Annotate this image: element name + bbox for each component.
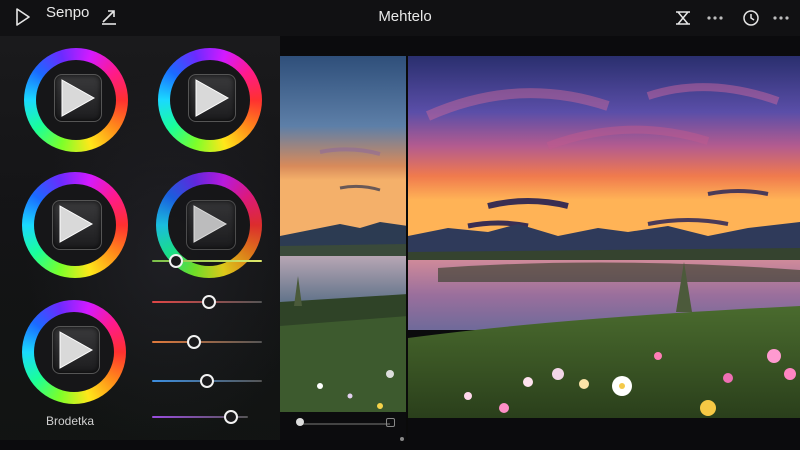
wheel-label: Brodetka (46, 414, 95, 428)
app-name: Senpo (46, 4, 90, 21)
top-bar: Senpo Mehtelo (0, 0, 800, 36)
timer-icon[interactable] (740, 7, 762, 29)
color-wheel-top-left[interactable] (24, 48, 128, 152)
main-preview-image (408, 56, 800, 418)
blue-slider-handle[interactable] (200, 374, 214, 388)
purple-slider-handle[interactable] (223, 410, 238, 424)
more-dots-icon[interactable] (704, 7, 726, 29)
crop-icon[interactable] (672, 7, 694, 29)
color-wheel-bottom-left[interactable] (22, 300, 126, 404)
more-dots-icon[interactable] (770, 7, 792, 29)
orange-slider-track[interactable] (152, 341, 262, 343)
play-outline-icon[interactable] (12, 6, 34, 28)
scrubber-track[interactable] (300, 423, 390, 425)
before-preview (280, 56, 408, 416)
orange-slider-handle[interactable] (186, 335, 201, 349)
window-title: Mehtelo (378, 8, 432, 25)
page-indicator-dot (400, 437, 404, 441)
color-wheel-middle-left[interactable] (22, 172, 128, 278)
color-wheel-top-right[interactable] (158, 48, 262, 152)
fullscreen-icon[interactable] (386, 418, 395, 427)
share-arrow-icon[interactable] (98, 6, 120, 28)
scrubber-handle[interactable] (296, 418, 304, 426)
